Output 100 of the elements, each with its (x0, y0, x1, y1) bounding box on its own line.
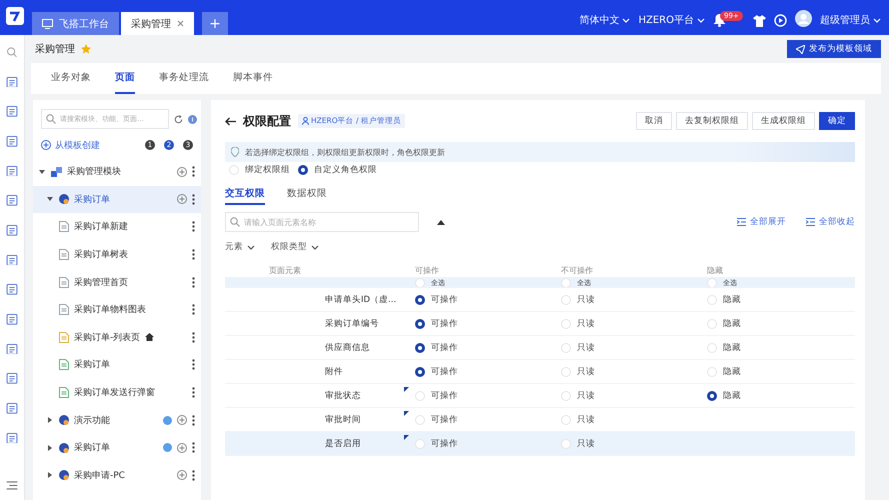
action-button[interactable]: 确定 (819, 112, 855, 130)
tree-item[interactable]: 演示功能 (33, 406, 201, 434)
shirt-icon[interactable] (753, 15, 766, 27)
radio-option[interactable]: 可操作 (415, 318, 458, 330)
more-icon[interactable] (192, 276, 195, 288)
tree-item[interactable]: 采购申请-PC (33, 462, 201, 490)
radio-option[interactable]: 隐藏 (707, 318, 741, 330)
action-button[interactable]: 取消 (636, 112, 672, 130)
action-button[interactable]: 去复制权限组 (676, 112, 748, 130)
refresh-icon[interactable] (174, 114, 183, 124)
create-from-template-button[interactable]: 从模板创建 (41, 138, 100, 152)
more-icon[interactable] (192, 249, 195, 260)
radio-option[interactable]: 只读 (561, 318, 595, 330)
radio-option[interactable]: 隐藏 (707, 294, 741, 306)
tree-item[interactable]: 采购订单 (33, 351, 201, 379)
search-field[interactable]: 请输入页面元素名称 (225, 212, 419, 232)
section-tab[interactable]: 脚本事件 (233, 63, 273, 94)
menu-item-icon[interactable] (6, 314, 18, 325)
radio-option[interactable]: 只读 (561, 294, 595, 306)
radio-option[interactable]: 隐藏 (707, 342, 741, 354)
more-icon[interactable] (192, 470, 195, 481)
permission-tab[interactable]: 交互权限 (225, 183, 265, 205)
radio-option[interactable]: 自定义角色权限 (298, 164, 377, 176)
close-icon[interactable] (177, 20, 184, 27)
search-icon[interactable] (6, 47, 18, 58)
menu-item-icon[interactable] (6, 344, 18, 354)
section-tab[interactable]: 页面 (115, 63, 135, 94)
menu-item-icon[interactable] (6, 373, 18, 384)
radio-option[interactable]: 可操作 (415, 342, 458, 354)
menu-item-icon[interactable] (6, 106, 18, 117)
add-circle-icon[interactable] (177, 166, 187, 177)
menu-item-icon[interactable] (6, 195, 18, 206)
radio-option[interactable]: 只读 (561, 366, 595, 378)
expanded-caret-icon[interactable] (47, 196, 53, 202)
menu-item-icon[interactable] (6, 402, 18, 414)
radio-option[interactable]: 绑定权限组 (229, 164, 290, 176)
list-icon[interactable] (6, 481, 18, 490)
info-icon[interactable] (188, 114, 197, 124)
star-icon[interactable] (81, 44, 91, 54)
action-button[interactable]: 生成权限组 (752, 112, 815, 130)
radio-option[interactable]: 只读 (561, 438, 595, 450)
dropdown[interactable]: HZERO平台 (638, 13, 705, 27)
tree-item[interactable]: 采购订单 (33, 186, 201, 214)
more-icon[interactable] (192, 166, 195, 178)
more-icon[interactable] (192, 304, 195, 316)
radio-option[interactable]: 隐藏 (707, 366, 741, 378)
menu-item-icon[interactable] (6, 254, 18, 266)
menu-item-icon[interactable] (6, 166, 18, 176)
add-circle-icon[interactable] (177, 194, 187, 204)
user-menu[interactable]: 超级管理员 (820, 13, 881, 27)
collapsed-caret-icon[interactable] (47, 472, 53, 478)
more-icon[interactable] (192, 387, 195, 398)
avatar-icon[interactable] (795, 10, 812, 27)
text-button[interactable]: 全部收起 (806, 216, 855, 228)
browser-tab[interactable]: 飞搭工作台 (32, 12, 119, 35)
back-arrow-icon[interactable] (225, 116, 236, 126)
collapse-up-icon[interactable] (437, 220, 445, 224)
tree-item[interactable]: 采购订单 (33, 434, 201, 462)
add-circle-icon[interactable] (177, 470, 187, 480)
add-circle-icon[interactable] (177, 442, 187, 453)
play-circle-icon[interactable] (774, 14, 787, 27)
permission-tab[interactable]: 数据权限 (287, 183, 327, 205)
radio-option[interactable]: 隐藏 (707, 390, 741, 402)
publish-button[interactable]: 发布为模板领域 (787, 40, 881, 58)
add-tab-button[interactable]: + (202, 12, 228, 35)
section-tab[interactable]: 事务处理流 (159, 63, 209, 94)
radio-option[interactable]: 可操作 (415, 414, 458, 426)
tree-item[interactable]: 采购管理首页 (33, 268, 201, 296)
menu-item-icon[interactable] (6, 432, 18, 444)
more-icon[interactable] (192, 359, 195, 370)
radio-option[interactable]: 可操作 (415, 390, 458, 402)
filter-dropdown[interactable]: 元素 (225, 241, 255, 253)
radio-option[interactable]: 只读 (561, 342, 595, 354)
dropdown[interactable]: 简体中文 (579, 13, 630, 27)
filter-dropdown[interactable]: 权限类型 (271, 241, 319, 253)
text-button[interactable]: 全部展开 (737, 216, 786, 228)
more-icon[interactable] (192, 414, 195, 426)
radio-option[interactable]: 只读 (561, 414, 595, 426)
more-icon[interactable] (192, 442, 195, 454)
radio-option[interactable]: 可操作 (415, 366, 458, 378)
more-icon[interactable] (192, 194, 195, 205)
tree-item[interactable]: 采购订单新建 (33, 213, 201, 241)
menu-item-icon[interactable] (6, 136, 18, 147)
radio-option[interactable]: 只读 (561, 390, 595, 402)
tree-item[interactable]: 采购订单树表 (33, 240, 201, 268)
radio-option[interactable]: 可操作 (415, 438, 458, 450)
menu-item-icon[interactable] (6, 224, 18, 236)
tree-item[interactable]: 采购管理模块 (33, 158, 201, 186)
more-icon[interactable] (192, 221, 195, 232)
menu-item-icon[interactable] (6, 284, 18, 295)
more-icon[interactable] (192, 332, 195, 343)
radio-option[interactable]: 可操作 (415, 294, 458, 306)
expanded-caret-icon[interactable] (39, 168, 45, 175)
tree-item[interactable]: 采购订单发送行弹窗 (33, 378, 201, 406)
browser-tab[interactable]: 采购管理 (121, 12, 194, 35)
section-tab[interactable]: 业务对象 (51, 63, 91, 94)
menu-item-icon[interactable] (6, 76, 18, 88)
tree-item[interactable]: 采购订单-列表页 (33, 324, 201, 352)
collapsed-caret-icon[interactable] (47, 417, 53, 424)
add-circle-icon[interactable] (177, 415, 187, 426)
